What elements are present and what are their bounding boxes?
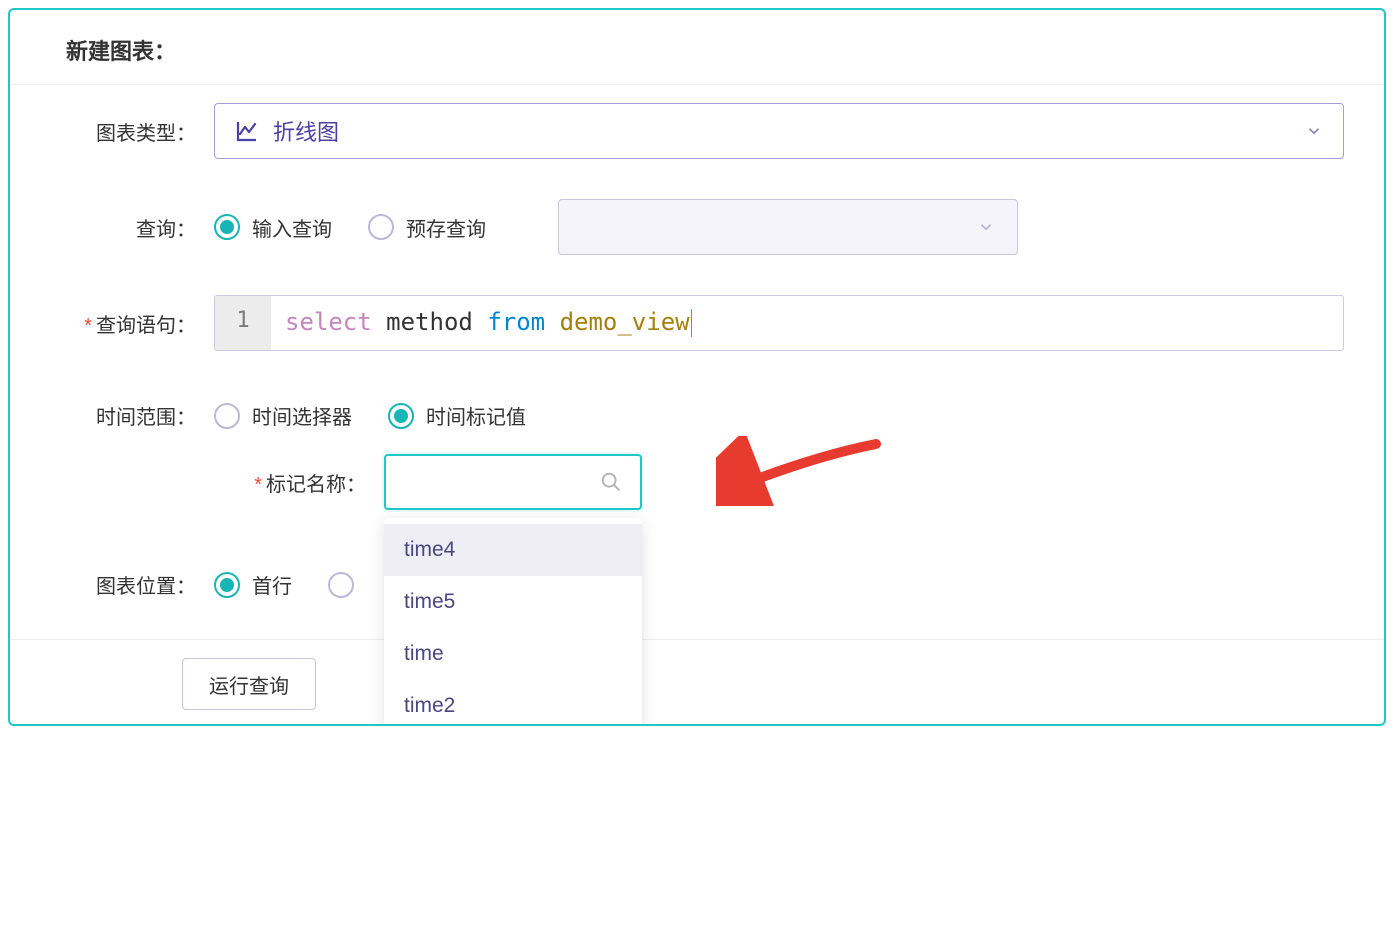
marker-name-label: *标记名称： <box>66 468 366 497</box>
sql-row: *查询语句： 1 select method from demo_view <box>66 295 1344 351</box>
ident-method: method <box>386 308 473 336</box>
kw-select: select <box>285 308 372 336</box>
radio-input-query[interactable]: 输入查询 <box>214 213 332 242</box>
ident-table: demo_view <box>560 308 690 336</box>
kw-from: from <box>487 308 545 336</box>
radio-time-picker[interactable]: 时间选择器 <box>214 401 352 430</box>
line-number: 1 <box>236 308 249 333</box>
radio-circle-icon <box>368 214 394 240</box>
panel-title: 新建图表： <box>66 34 1344 66</box>
dropdown-item-time4[interactable]: time4 <box>384 524 642 576</box>
chart-type-value: 折线图 <box>235 115 339 147</box>
required-asterisk: * <box>84 315 92 337</box>
radio-first-row-label: 首行 <box>252 570 292 599</box>
radio-time-picker-label: 时间选择器 <box>252 401 352 430</box>
radio-time-marker-label: 时间标记值 <box>426 401 526 430</box>
query-label: 查询： <box>66 213 196 242</box>
query-row: 查询： 输入查询 预存查询 <box>66 199 1344 255</box>
required-asterisk: * <box>254 474 262 496</box>
marker-name-input[interactable] <box>384 454 642 510</box>
radio-time-marker[interactable]: 时间标记值 <box>388 401 526 430</box>
position-radio-group: 首行 <box>214 570 354 599</box>
run-query-button[interactable]: 运行查询 <box>182 658 316 710</box>
radio-circle-icon <box>328 572 354 598</box>
chart-type-select[interactable]: 折线图 <box>214 103 1344 159</box>
pointer-arrow-icon <box>716 436 896 506</box>
marker-name-label-text: 标记名称： <box>266 474 366 496</box>
text-caret <box>691 309 692 337</box>
radio-partial[interactable] <box>328 572 354 598</box>
panel-header: 新建图表： <box>10 10 1384 85</box>
panel-body: 图表类型： 折线图 查询： 输入查询 <box>10 85 1384 599</box>
radio-first-row[interactable]: 首行 <box>214 570 292 599</box>
radio-dot-icon <box>214 572 240 598</box>
radio-preset-query[interactable]: 预存查询 <box>368 213 486 242</box>
preset-query-select[interactable] <box>558 199 1018 255</box>
search-icon <box>600 471 622 493</box>
chart-position-row: 图表位置： 首行 <box>66 570 1344 599</box>
time-range-radio-group: 时间选择器 时间标记值 <box>214 401 526 430</box>
sql-label-text: 查询语句： <box>96 315 196 337</box>
sql-editor[interactable]: 1 select method from demo_view <box>214 295 1344 351</box>
chevron-down-icon <box>1305 122 1323 140</box>
dropdown-item-time5[interactable]: time5 <box>384 576 642 628</box>
radio-input-query-label: 输入查询 <box>252 213 332 242</box>
footer: 运行查询 <box>10 639 1384 724</box>
marker-name-dropdown: time4 time5 time time2 <box>384 518 642 726</box>
chart-type-text: 折线图 <box>273 115 339 147</box>
radio-circle-icon <box>214 403 240 429</box>
dropdown-item-time[interactable]: time <box>384 628 642 680</box>
gutter: 1 <box>215 296 271 350</box>
chevron-down-icon <box>977 218 995 236</box>
marker-name-row: *标记名称： time4 time5 time <box>66 454 1344 510</box>
sql-text: select method from demo_view <box>271 296 706 350</box>
new-chart-panel: 新建图表： 图表类型： 折线图 查询： <box>8 8 1386 726</box>
line-chart-icon <box>235 119 259 143</box>
query-radio-group: 输入查询 预存查询 <box>214 199 1018 255</box>
dropdown-item-time2[interactable]: time2 <box>384 680 642 726</box>
chart-type-label: 图表类型： <box>66 117 196 146</box>
time-range-row: 时间范围： 时间选择器 时间标记值 <box>66 401 1344 430</box>
chart-position-label: 图表位置： <box>66 570 196 599</box>
radio-preset-query-label: 预存查询 <box>406 213 486 242</box>
sql-label: *查询语句： <box>66 295 196 338</box>
radio-dot-icon <box>214 214 240 240</box>
chart-type-row: 图表类型： 折线图 <box>66 103 1344 159</box>
time-range-label: 时间范围： <box>66 401 196 430</box>
radio-dot-icon <box>388 403 414 429</box>
